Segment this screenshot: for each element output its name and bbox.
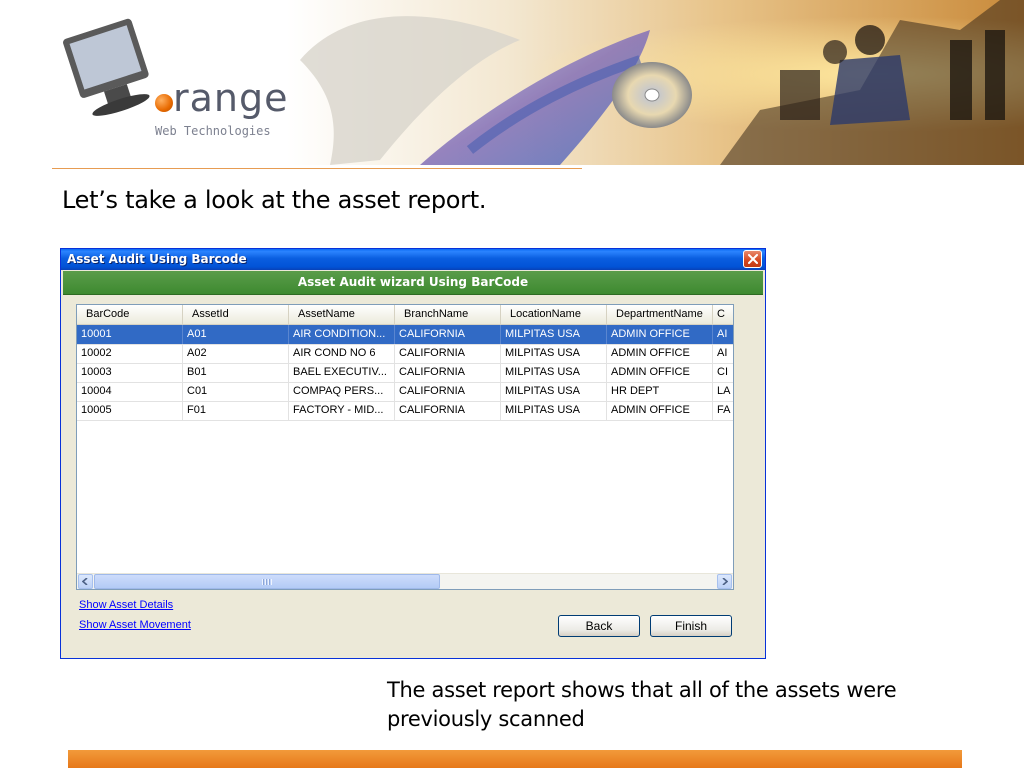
grip-icon — [262, 579, 272, 585]
scroll-thumb[interactable] — [94, 574, 440, 589]
column-header-assetname[interactable]: AssetName — [289, 305, 395, 324]
table-row[interactable]: 10002 A02 AIR COND NO 6 CALIFORNIA MILPITAS … — [77, 344, 733, 364]
logo-wordmark: range — [173, 76, 289, 120]
show-asset-movement-link[interactable]: Show Asset Movement — [79, 619, 191, 631]
table-row[interactable]: 10004 C01 COMPAQ PERS... CALIFORNIA MILPITAS… — [77, 382, 733, 402]
cell-departmentname: ADMIN OFFICE — [607, 363, 713, 382]
cell-barcode: 10002 — [77, 344, 183, 363]
column-header-departmentname[interactable]: DepartmentName — [607, 305, 713, 324]
column-header-partial[interactable]: C — [713, 305, 733, 324]
cell-barcode: 10001 — [77, 325, 183, 344]
table-row[interactable]: 10005 F01 FACTORY - MID... CALIFORNIA MILPIT… — [77, 401, 733, 421]
window-title: Asset Audit Using Barcode — [67, 252, 247, 266]
cell-assetname: BAEL EXECUTIV... — [289, 363, 395, 382]
cell-partial: LA — [713, 382, 733, 401]
cell-assetid: A02 — [183, 344, 289, 363]
cell-branchname: CALIFORNIA — [395, 382, 501, 401]
asset-grid[interactable]: BarCode AssetId AssetName BranchName Loc… — [76, 304, 734, 590]
close-icon — [747, 254, 758, 264]
grid-header: BarCode AssetId AssetName BranchName Loc… — [77, 305, 733, 325]
wizard-banner-title: Asset Audit wizard Using BarCode — [297, 275, 529, 289]
cell-locationname: MILPITAS USA — [501, 401, 607, 420]
asset-audit-window: Asset Audit Using Barcode Asset Audit wi… — [60, 248, 766, 659]
close-button[interactable] — [743, 250, 762, 268]
column-header-branchname[interactable]: BranchName — [395, 305, 501, 324]
cell-barcode: 10003 — [77, 363, 183, 382]
cell-departmentname: HR DEPT — [607, 382, 713, 401]
cell-assetid: C01 — [183, 382, 289, 401]
cell-assetname: FACTORY - MID... — [289, 401, 395, 420]
arrow-left-icon — [82, 578, 88, 585]
scroll-left-button[interactable] — [78, 574, 93, 589]
header-divider — [52, 168, 582, 169]
cell-branchname: CALIFORNIA — [395, 344, 501, 363]
cell-locationname: MILPITAS USA — [501, 363, 607, 382]
arrow-right-icon — [722, 578, 728, 585]
cell-barcode: 10004 — [77, 382, 183, 401]
footer-bar — [68, 750, 962, 768]
cell-branchname: CALIFORNIA — [395, 401, 501, 420]
cell-assetname: AIR COND NO 6 — [289, 344, 395, 363]
column-header-barcode[interactable]: BarCode — [77, 305, 183, 324]
scroll-right-button[interactable] — [717, 574, 732, 589]
logo-tagline: Web Technologies — [155, 124, 271, 138]
finish-button[interactable]: Finish — [650, 615, 732, 637]
column-header-locationname[interactable]: LocationName — [501, 305, 607, 324]
cell-locationname: MILPITAS USA — [501, 344, 607, 363]
banner-artwork — [0, 0, 1024, 165]
cell-locationname: MILPITAS USA — [501, 382, 607, 401]
header-banner: range Web Technologies — [0, 0, 1024, 165]
cell-branchname: CALIFORNIA — [395, 325, 501, 344]
horizontal-scrollbar[interactable] — [77, 573, 733, 589]
cell-assetname: AIR CONDITION... — [289, 325, 395, 344]
cell-assetid: A01 — [183, 325, 289, 344]
cell-departmentname: ADMIN OFFICE — [607, 344, 713, 363]
cell-partial: AI — [713, 325, 733, 344]
column-header-assetid[interactable]: AssetId — [183, 305, 289, 324]
cell-partial: CI — [713, 363, 733, 382]
cell-partial: FA — [713, 401, 733, 420]
cell-departmentname: ADMIN OFFICE — [607, 325, 713, 344]
logo-dot-icon — [155, 94, 173, 112]
cell-branchname: CALIFORNIA — [395, 363, 501, 382]
table-row[interactable]: 10001 A01 AIR CONDITION... CALIFORNIA MILPIT… — [77, 325, 733, 345]
cell-partial: AI — [713, 344, 733, 363]
cell-barcode: 10005 — [77, 401, 183, 420]
table-row[interactable]: 10003 B01 BAEL EXECUTIV... CALIFORNIA MILPIT… — [77, 363, 733, 383]
cell-departmentname: ADMIN OFFICE — [607, 401, 713, 420]
window-titlebar[interactable]: Asset Audit Using Barcode — [61, 249, 765, 270]
back-button[interactable]: Back — [558, 615, 640, 637]
slide-caption: The asset report shows that all of the a… — [387, 678, 897, 731]
cell-locationname: MILPITAS USA — [501, 325, 607, 344]
wizard-banner: Asset Audit wizard Using BarCode — [63, 271, 763, 295]
slide-title: Let’s take a look at the asset report. — [62, 186, 487, 214]
cell-assetname: COMPAQ PERS... — [289, 382, 395, 401]
show-asset-details-link[interactable]: Show Asset Details — [79, 599, 173, 611]
cell-assetid: B01 — [183, 363, 289, 382]
cell-assetid: F01 — [183, 401, 289, 420]
